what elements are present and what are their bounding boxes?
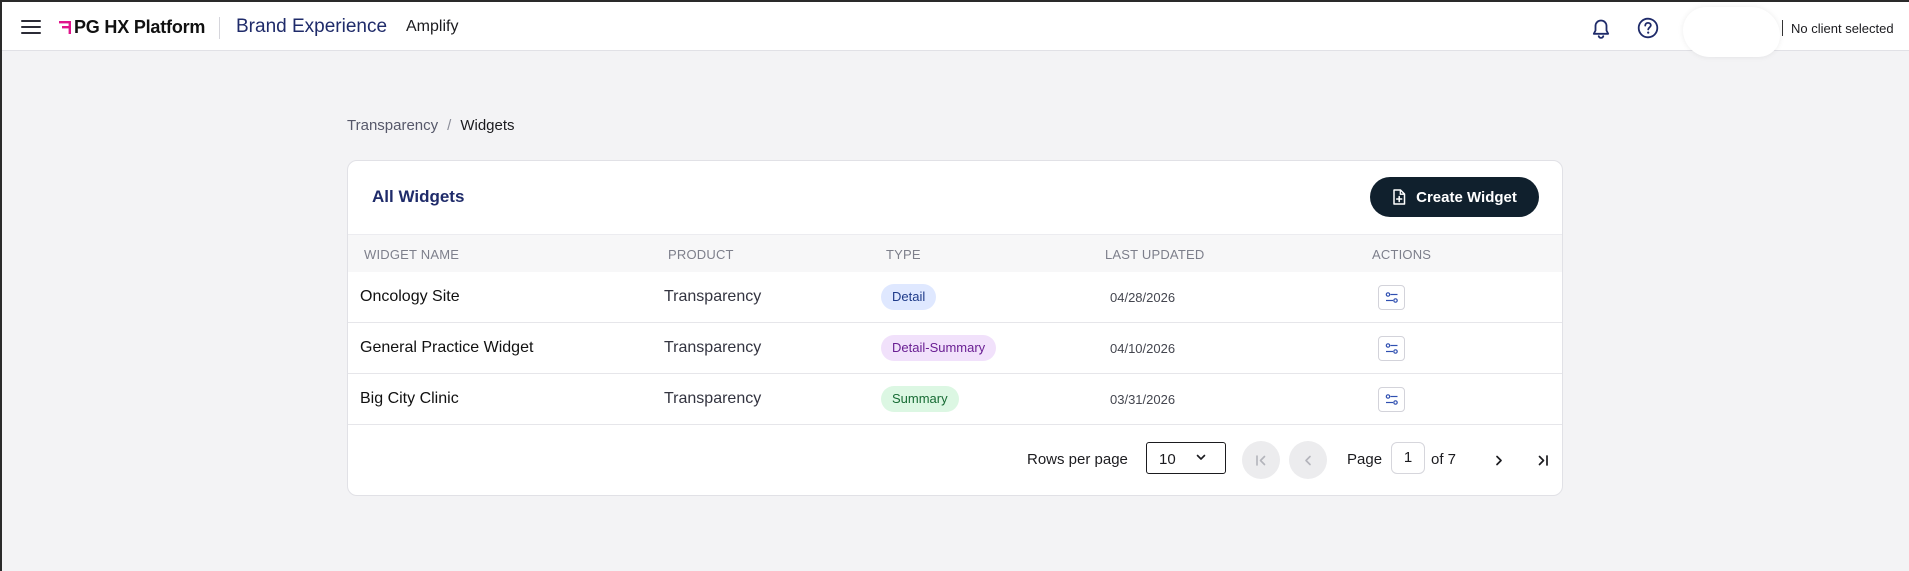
last-updated: 04/28/2026	[1110, 290, 1176, 305]
table-row[interactable]: Big City Clinic Transparency Summary 03/…	[348, 374, 1562, 425]
widget-name[interactable]: Oncology Site	[360, 288, 460, 306]
column-last-updated[interactable]: LAST UPDATED	[1105, 247, 1204, 262]
bell-icon[interactable]	[1591, 18, 1611, 40]
client-selector[interactable]: No client selected	[1791, 21, 1894, 36]
current-page-input[interactable]: 1	[1391, 442, 1425, 474]
first-page-icon	[1256, 454, 1266, 466]
rows-per-page-value: 10	[1159, 451, 1176, 468]
rows-per-page-label: Rows per page	[1027, 451, 1128, 468]
window-frame-left	[0, 0, 2, 571]
page-label: Page	[1347, 451, 1383, 468]
table-row[interactable]: General Practice Widget Transparency Det…	[348, 323, 1562, 374]
next-page-button[interactable]	[1485, 446, 1513, 474]
chevron-right-icon	[1496, 455, 1502, 465]
widget-name[interactable]: General Practice Widget	[360, 339, 533, 357]
widget-product: Transparency	[664, 390, 762, 407]
platform-name: PG HX Platform	[74, 17, 206, 37]
card-title: All Widgets	[372, 187, 465, 206]
column-product[interactable]: PRODUCT	[668, 247, 734, 262]
rows-per-page-select[interactable]: 10	[1146, 442, 1226, 474]
brand-title[interactable]: Brand Experience	[236, 16, 387, 38]
sliders-icon	[1385, 394, 1398, 405]
create-widget-label: Create Widget	[1416, 188, 1517, 206]
create-widget-button[interactable]: Create Widget	[1370, 177, 1539, 217]
last-page-button[interactable]	[1529, 446, 1557, 474]
type-badge: Detail	[881, 284, 937, 310]
sliders-icon	[1385, 292, 1398, 303]
last-page-icon	[1538, 454, 1548, 466]
column-actions: ACTIONS	[1372, 247, 1432, 262]
widget-settings-button[interactable]	[1378, 387, 1405, 412]
widget-settings-button[interactable]	[1378, 285, 1405, 310]
first-page-button[interactable]	[1242, 441, 1280, 479]
widget-product: Transparency	[664, 288, 762, 305]
menu-icon[interactable]	[21, 19, 41, 35]
previous-page-button[interactable]	[1289, 441, 1327, 479]
sliders-icon	[1385, 343, 1398, 354]
chevron-down-icon	[1196, 454, 1206, 460]
breadcrumb: Transparency / Widgets	[347, 117, 515, 134]
chevron-left-icon	[1305, 455, 1311, 465]
document-plus-icon	[1393, 189, 1406, 205]
app-name[interactable]: Amplify	[406, 18, 458, 36]
client-separator	[1782, 20, 1783, 36]
total-pages-label: of 7	[1431, 451, 1457, 468]
type-badge: Detail-Summary	[881, 335, 997, 361]
last-updated: 03/31/2026	[1110, 392, 1176, 407]
breadcrumb-transparency[interactable]: Transparency	[347, 117, 438, 134]
breadcrumb-separator: /	[447, 117, 452, 134]
column-type[interactable]: TYPE	[886, 247, 921, 262]
user-avatar[interactable]	[1683, 7, 1780, 57]
breadcrumb-widgets: Widgets	[460, 117, 515, 134]
column-widget-name[interactable]: WIDGET NAME	[364, 247, 459, 262]
table-row[interactable]: Oncology Site Transparency Detail 04/28/…	[348, 272, 1562, 323]
type-badge: Summary	[881, 386, 959, 412]
widget-product: Transparency	[664, 339, 762, 356]
widget-settings-button[interactable]	[1378, 336, 1405, 361]
widget-name[interactable]: Big City Clinic	[360, 390, 459, 408]
widgets-card: All Widgets Create Widget WIDGET NAME PR…	[347, 160, 1563, 496]
top-navigation-bar: PG HX Platform Brand Experience Amplify …	[2, 2, 1909, 57]
header-divider	[219, 17, 220, 39]
last-updated: 04/10/2026	[1110, 341, 1176, 356]
table-header: WIDGET NAME PRODUCT TYPE LAST UPDATED AC…	[348, 234, 1562, 272]
help-icon[interactable]	[1637, 17, 1659, 39]
